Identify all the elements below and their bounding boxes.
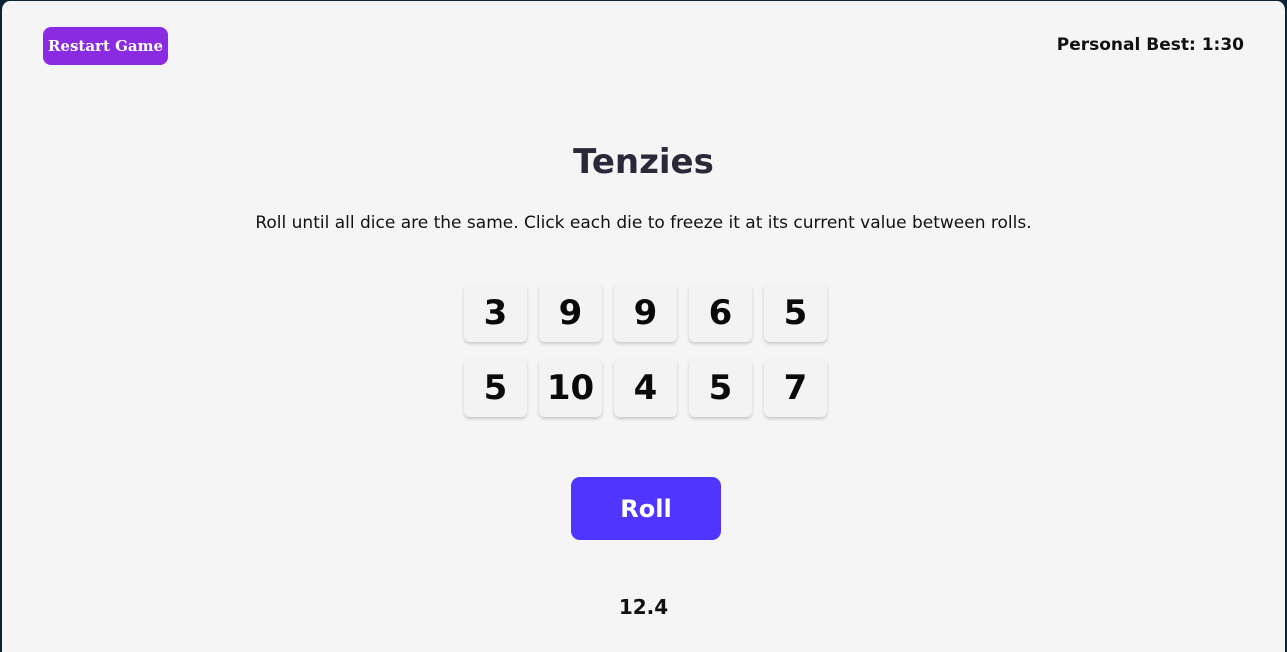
die[interactable]: 3: [464, 283, 527, 342]
restart-game-button[interactable]: Restart Game: [43, 27, 168, 65]
die[interactable]: 10: [539, 358, 602, 417]
die[interactable]: 5: [764, 283, 827, 342]
instructions-text: Roll until all dice are the same. Click …: [255, 213, 1032, 233]
roll-button[interactable]: Roll: [571, 477, 721, 540]
die[interactable]: 9: [614, 283, 677, 342]
die[interactable]: 5: [464, 358, 527, 417]
die[interactable]: 7: [764, 358, 827, 417]
personal-best-label: Personal Best:: [1056, 35, 1196, 55]
game-title: Tenzies: [573, 142, 714, 182]
die[interactable]: 6: [689, 283, 752, 342]
game-container: Restart Game Personal Best: 1:30 Tenzies…: [0, 0, 1287, 652]
timer: 12.4: [618, 595, 669, 619]
personal-best-value: 1:30: [1201, 35, 1244, 55]
die[interactable]: 4: [614, 358, 677, 417]
die[interactable]: 9: [539, 283, 602, 342]
dice-grid: 3 9 9 6 5 5 10 4 5 7: [464, 283, 827, 417]
die[interactable]: 5: [689, 358, 752, 417]
personal-best: Personal Best: 1:30: [1057, 35, 1244, 55]
